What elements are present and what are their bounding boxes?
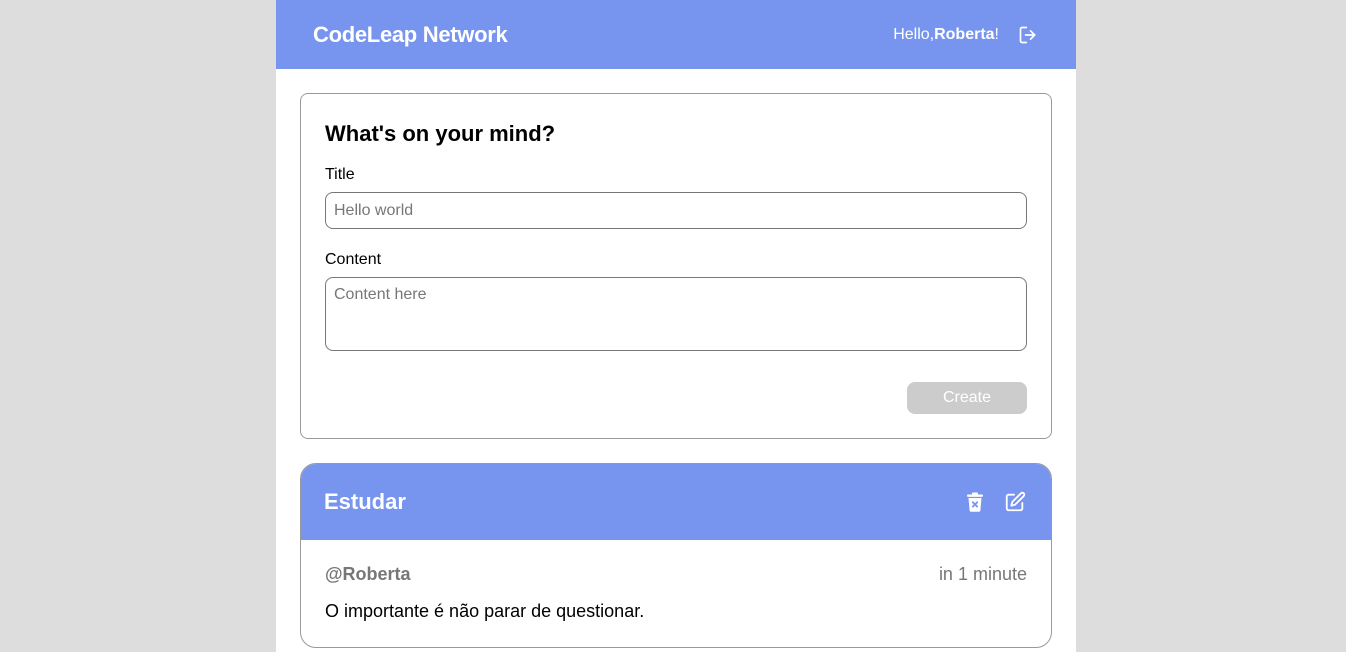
delete-post-button[interactable] (963, 490, 987, 514)
content-label: Content (325, 251, 382, 268)
post-meta: @Roberta in 1 minute (325, 564, 1027, 585)
edit-post-button[interactable] (1003, 490, 1027, 514)
logout-icon (1019, 26, 1036, 43)
form-heading: What's on your mind? (325, 121, 556, 146)
create-post-form: What's on your mind? Title Content Creat… (300, 93, 1052, 439)
post-card: Estudar @Roberta in 1 minute O important… (300, 463, 1052, 648)
post-body: @Roberta in 1 minute O importante é não … (301, 540, 1051, 622)
greeting-suffix: ! (994, 25, 999, 43)
create-button[interactable]: Create (907, 382, 1027, 414)
content-textarea[interactable] (325, 277, 1027, 351)
app-container: CodeLeap Network Hello,Roberta! What's o… (276, 0, 1076, 652)
user-area: Hello,Roberta! (893, 24, 1039, 46)
post-author: @Roberta (325, 564, 411, 584)
post-actions (963, 490, 1027, 514)
post-title: Estudar (324, 489, 406, 514)
title-label: Title (325, 166, 355, 183)
user-greeting: Hello,Roberta! (893, 26, 999, 44)
greeting-prefix: Hello, (893, 25, 935, 43)
post-content: O importante é não parar de questionar. (325, 601, 645, 621)
post-header: Estudar (301, 464, 1051, 540)
title-input[interactable] (325, 192, 1027, 229)
edit-icon (1005, 491, 1026, 512)
brand-title: CodeLeap Network (313, 21, 508, 47)
delete-icon (967, 492, 983, 512)
post-timestamp: in 1 minute (938, 564, 1027, 584)
logout-button[interactable] (1017, 24, 1039, 46)
username: Roberta (934, 25, 995, 43)
top-bar: CodeLeap Network Hello,Roberta! (276, 0, 1076, 69)
